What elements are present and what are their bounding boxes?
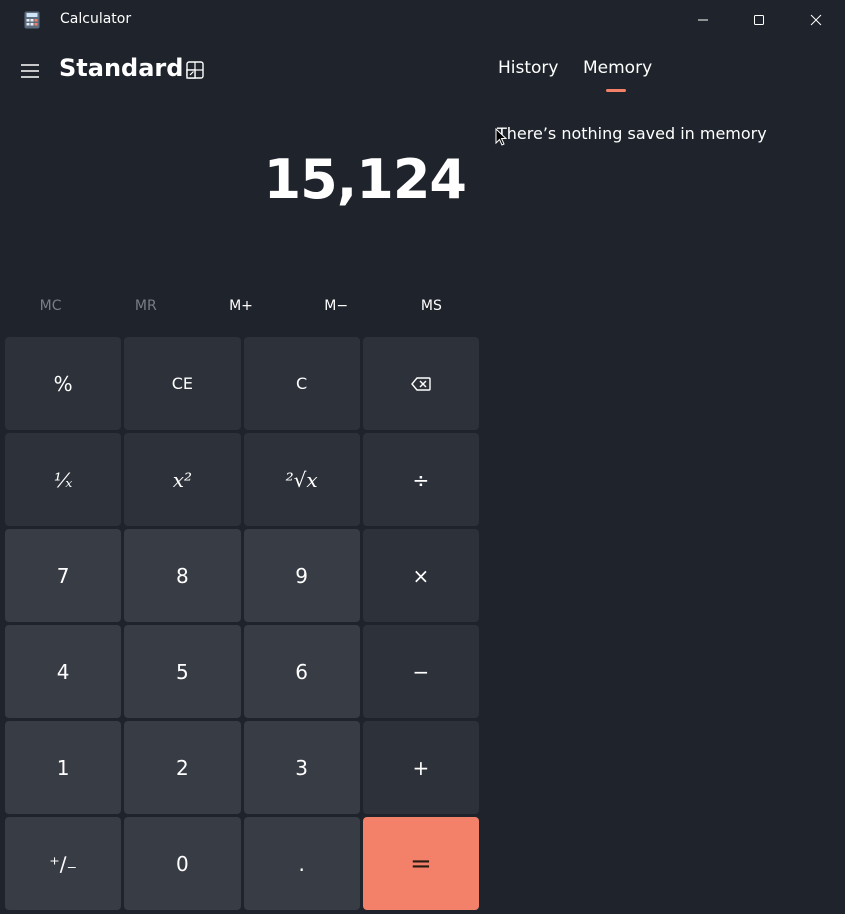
memory-subtract-button[interactable]: M− xyxy=(289,288,384,324)
clear-button[interactable]: C xyxy=(243,337,360,430)
negate-button[interactable]: ⁺∕₋ xyxy=(5,817,122,910)
digit-5-button[interactable]: 5 xyxy=(124,625,241,718)
digit-8-button[interactable]: 8 xyxy=(124,529,241,622)
multiply-button[interactable]: × xyxy=(362,529,479,622)
minimize-button[interactable] xyxy=(675,0,731,40)
digit-9-button[interactable]: 9 xyxy=(243,529,360,622)
digit-1-button[interactable]: 1 xyxy=(5,721,122,814)
digit-2-button[interactable]: 2 xyxy=(124,721,241,814)
square-button[interactable]: x² xyxy=(124,433,241,526)
digit-0-button[interactable]: 0 xyxy=(124,817,241,910)
digit-6-button[interactable]: 6 xyxy=(243,625,360,718)
keep-on-top-icon xyxy=(186,61,204,79)
digit-7-button[interactable]: 7 xyxy=(5,529,122,622)
close-button[interactable] xyxy=(788,0,844,40)
decimal-button[interactable]: . xyxy=(243,817,360,910)
minus-button[interactable]: − xyxy=(362,625,479,718)
hamburger-menu-icon xyxy=(21,64,39,78)
maximize-button[interactable] xyxy=(731,0,787,40)
square-root-button[interactable]: ²√x xyxy=(243,433,360,526)
memory-store-button[interactable]: MS xyxy=(384,288,479,324)
window-title: Calculator xyxy=(60,11,132,27)
calculator-app-icon xyxy=(24,11,40,29)
reciprocal-button[interactable]: ¹⁄ₓ xyxy=(5,433,122,526)
result-display: 15,124 xyxy=(263,148,467,211)
tab-memory[interactable]: Memory xyxy=(583,58,652,78)
memory-clear-button: MC xyxy=(39,298,62,314)
memory-recall-button: MR xyxy=(134,298,157,314)
clear-entry-button[interactable]: CE xyxy=(124,337,241,430)
equals-button[interactable]: = xyxy=(362,817,479,910)
backspace-icon xyxy=(411,376,431,391)
title-bar: Calculator xyxy=(0,0,845,40)
tab-history[interactable]: History xyxy=(498,58,558,78)
active-tab-indicator xyxy=(606,89,626,92)
keep-on-top-button[interactable] xyxy=(180,55,210,85)
digit-3-button[interactable]: 3 xyxy=(243,721,360,814)
mouse-cursor-icon xyxy=(495,127,508,150)
backspace-button[interactable] xyxy=(362,337,479,430)
digit-4-button[interactable]: 4 xyxy=(5,625,122,718)
plus-button[interactable]: + xyxy=(362,721,479,814)
calculator-mode-title: Standard xyxy=(59,54,184,82)
minimize-icon xyxy=(698,19,708,21)
keypad: % CE C ¹⁄ₓ x² ²√x ÷ 7 8 9 × 4 5 6 − 1 2 … xyxy=(5,337,479,910)
percent-button[interactable]: % xyxy=(5,337,122,430)
maximize-icon xyxy=(754,15,764,25)
memory-controls: MC MR M+ M− MS xyxy=(3,288,479,324)
memory-empty-message: There’s nothing saved in memory xyxy=(497,124,767,143)
close-icon xyxy=(810,14,822,26)
divide-button[interactable]: ÷ xyxy=(362,433,479,526)
navigation-menu-button[interactable] xyxy=(14,55,46,87)
memory-add-button[interactable]: M+ xyxy=(193,288,288,324)
